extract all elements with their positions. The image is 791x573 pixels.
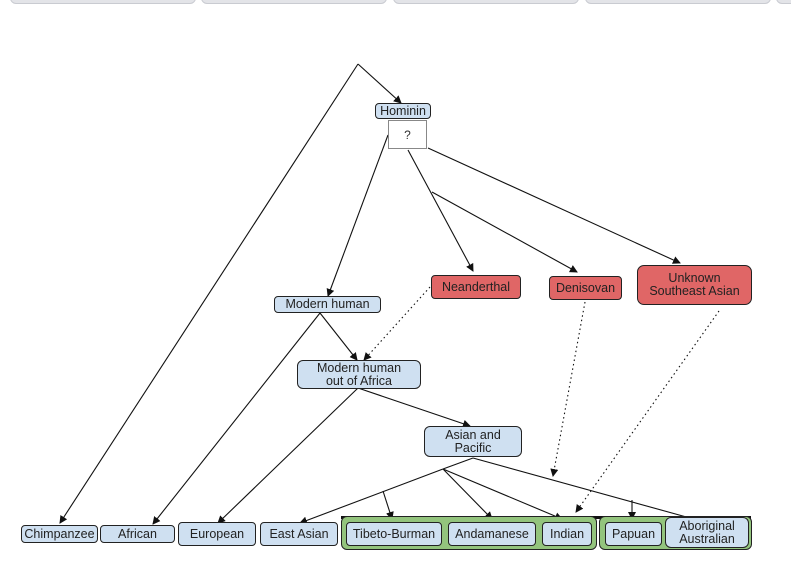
edge-ap-eastasian (299, 468, 444, 525)
edge-ap-oceanian (472, 457, 691, 519)
node-papuan[interactable]: Papuan (605, 522, 662, 546)
node-out-of-africa[interactable]: Modern human out of Africa (297, 360, 421, 389)
node-african[interactable]: African (100, 525, 175, 543)
edge-q-denisovan (431, 191, 578, 273)
node-european[interactable]: European (178, 522, 256, 546)
edge-ooa-asianpacific (357, 387, 471, 428)
node-unknown-se-asian[interactable]: Unknown Southeast Asian (637, 265, 752, 305)
node-denisovan[interactable]: Denisovan (549, 276, 622, 300)
node-chimpanzee[interactable]: Chimpanzee (21, 525, 98, 543)
node-aboriginal-australian[interactable]: Aboriginal Australian (665, 517, 749, 548)
edge-root-hominin (357, 63, 402, 104)
node-andamanese[interactable]: Andamanese (448, 522, 536, 546)
edge-ap-andamanese (442, 468, 493, 520)
edge-ooa-european (217, 387, 359, 524)
edge-root-chimpanzee (59, 63, 359, 524)
edge-ap-trunk-left (442, 457, 474, 470)
node-east-asian[interactable]: East Asian (260, 522, 338, 546)
node-hominin[interactable]: Hominin (375, 103, 431, 119)
edge-unknown-indian (575, 310, 720, 513)
edge-ap-tibeto (382, 490, 394, 520)
edge-ap-indian (442, 468, 563, 520)
edge-q-unknown-se-asian (427, 147, 681, 264)
node-unknown-ancestor[interactable]: ? (388, 120, 427, 149)
edge-q-modern-human (326, 134, 389, 297)
node-asian-pacific[interactable]: Asian and Pacific (424, 426, 522, 457)
edge-modern-outofafrica (319, 312, 358, 361)
node-modern-human[interactable]: Modern human (274, 296, 381, 313)
edge-modern-african (152, 312, 321, 525)
node-neanderthal[interactable]: Neanderthal (431, 275, 521, 299)
node-tibeto-burman[interactable]: Tibeto-Burman (346, 522, 442, 546)
node-indian[interactable]: Indian (542, 522, 592, 546)
edge-q-neanderthal (407, 149, 474, 272)
edge-denisovan-oceanian (550, 301, 586, 477)
